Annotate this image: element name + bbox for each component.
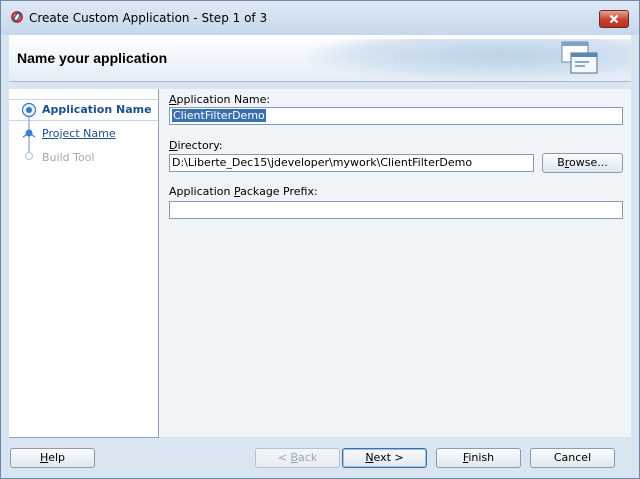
browse-label-rest: owse... [569,156,608,169]
application-name-value: ClientFilterDemo [172,109,266,122]
close-icon [609,14,619,24]
form-panel: Application Name: ClientFilterDemo Direc… [169,89,631,437]
help-mnemonic: H [39,451,49,464]
nav-item-build-tool: Build Tool [42,151,95,164]
cancel-button[interactable]: Cancel [530,448,615,468]
oracle-app-icon [11,11,23,23]
next-rest: ext > [373,451,404,464]
wizard-step-nav: Application Name Project Name Build Tool [9,89,159,438]
back-rest: ack [298,451,318,464]
browse-button[interactable]: Browse... [542,153,623,173]
back-prefix: < [277,451,291,464]
label-mnemonic: A [169,93,177,106]
help-button[interactable]: Help [10,448,95,468]
nav-item-application-name[interactable]: Application Name [42,103,152,116]
title-bar[interactable]: Create Custom Application - Step 1 of 3 [1,1,639,35]
package-prefix-label: Application Package Prefix: [169,185,318,198]
back-button[interactable]: < Back [255,448,340,468]
page-title: Name your application [17,50,168,66]
label-rest: ackage Prefix: [240,185,318,198]
browse-label-prefix: B [557,156,565,169]
window-title: Create Custom Application - Step 1 of 3 [29,11,268,25]
close-button[interactable] [599,10,629,28]
application-name-field[interactable]: ClientFilterDemo [169,107,623,125]
package-prefix-field[interactable] [169,201,623,219]
next-button[interactable]: Next > [342,448,427,468]
banner-binary-decoration: 0101010101010 01010101001 [394,53,515,62]
directory-field[interactable]: D:\Liberte_Dec15\jdeveloper\mywork\Clien… [169,154,534,172]
label-prefix: Application [169,185,234,198]
help-rest: elp [48,451,66,464]
nav-item-project-name[interactable]: Project Name [42,127,116,140]
next-mnemonic: N [365,451,374,464]
application-name-label: Application Name: [169,93,270,106]
finish-rest: inish [468,451,495,464]
wizard-content: Application Name Project Name Build Tool… [9,89,631,438]
label-rest: pplication Name: [176,93,271,106]
wizard-windows-icon [561,41,598,74]
finish-button[interactable]: Finish [436,448,521,468]
directory-label: Directory: [169,139,223,152]
back-mnemonic: B [290,451,299,464]
directory-value: D:\Liberte_Dec15\jdeveloper\mywork\Clien… [172,156,473,169]
step-train-graphic [21,102,37,160]
label-rest: irectory: [177,139,223,152]
dialog-window: Create Custom Application - Step 1 of 3 … [0,0,640,479]
header-banner: 0101010101010 01010101001 Name your appl… [9,35,631,82]
